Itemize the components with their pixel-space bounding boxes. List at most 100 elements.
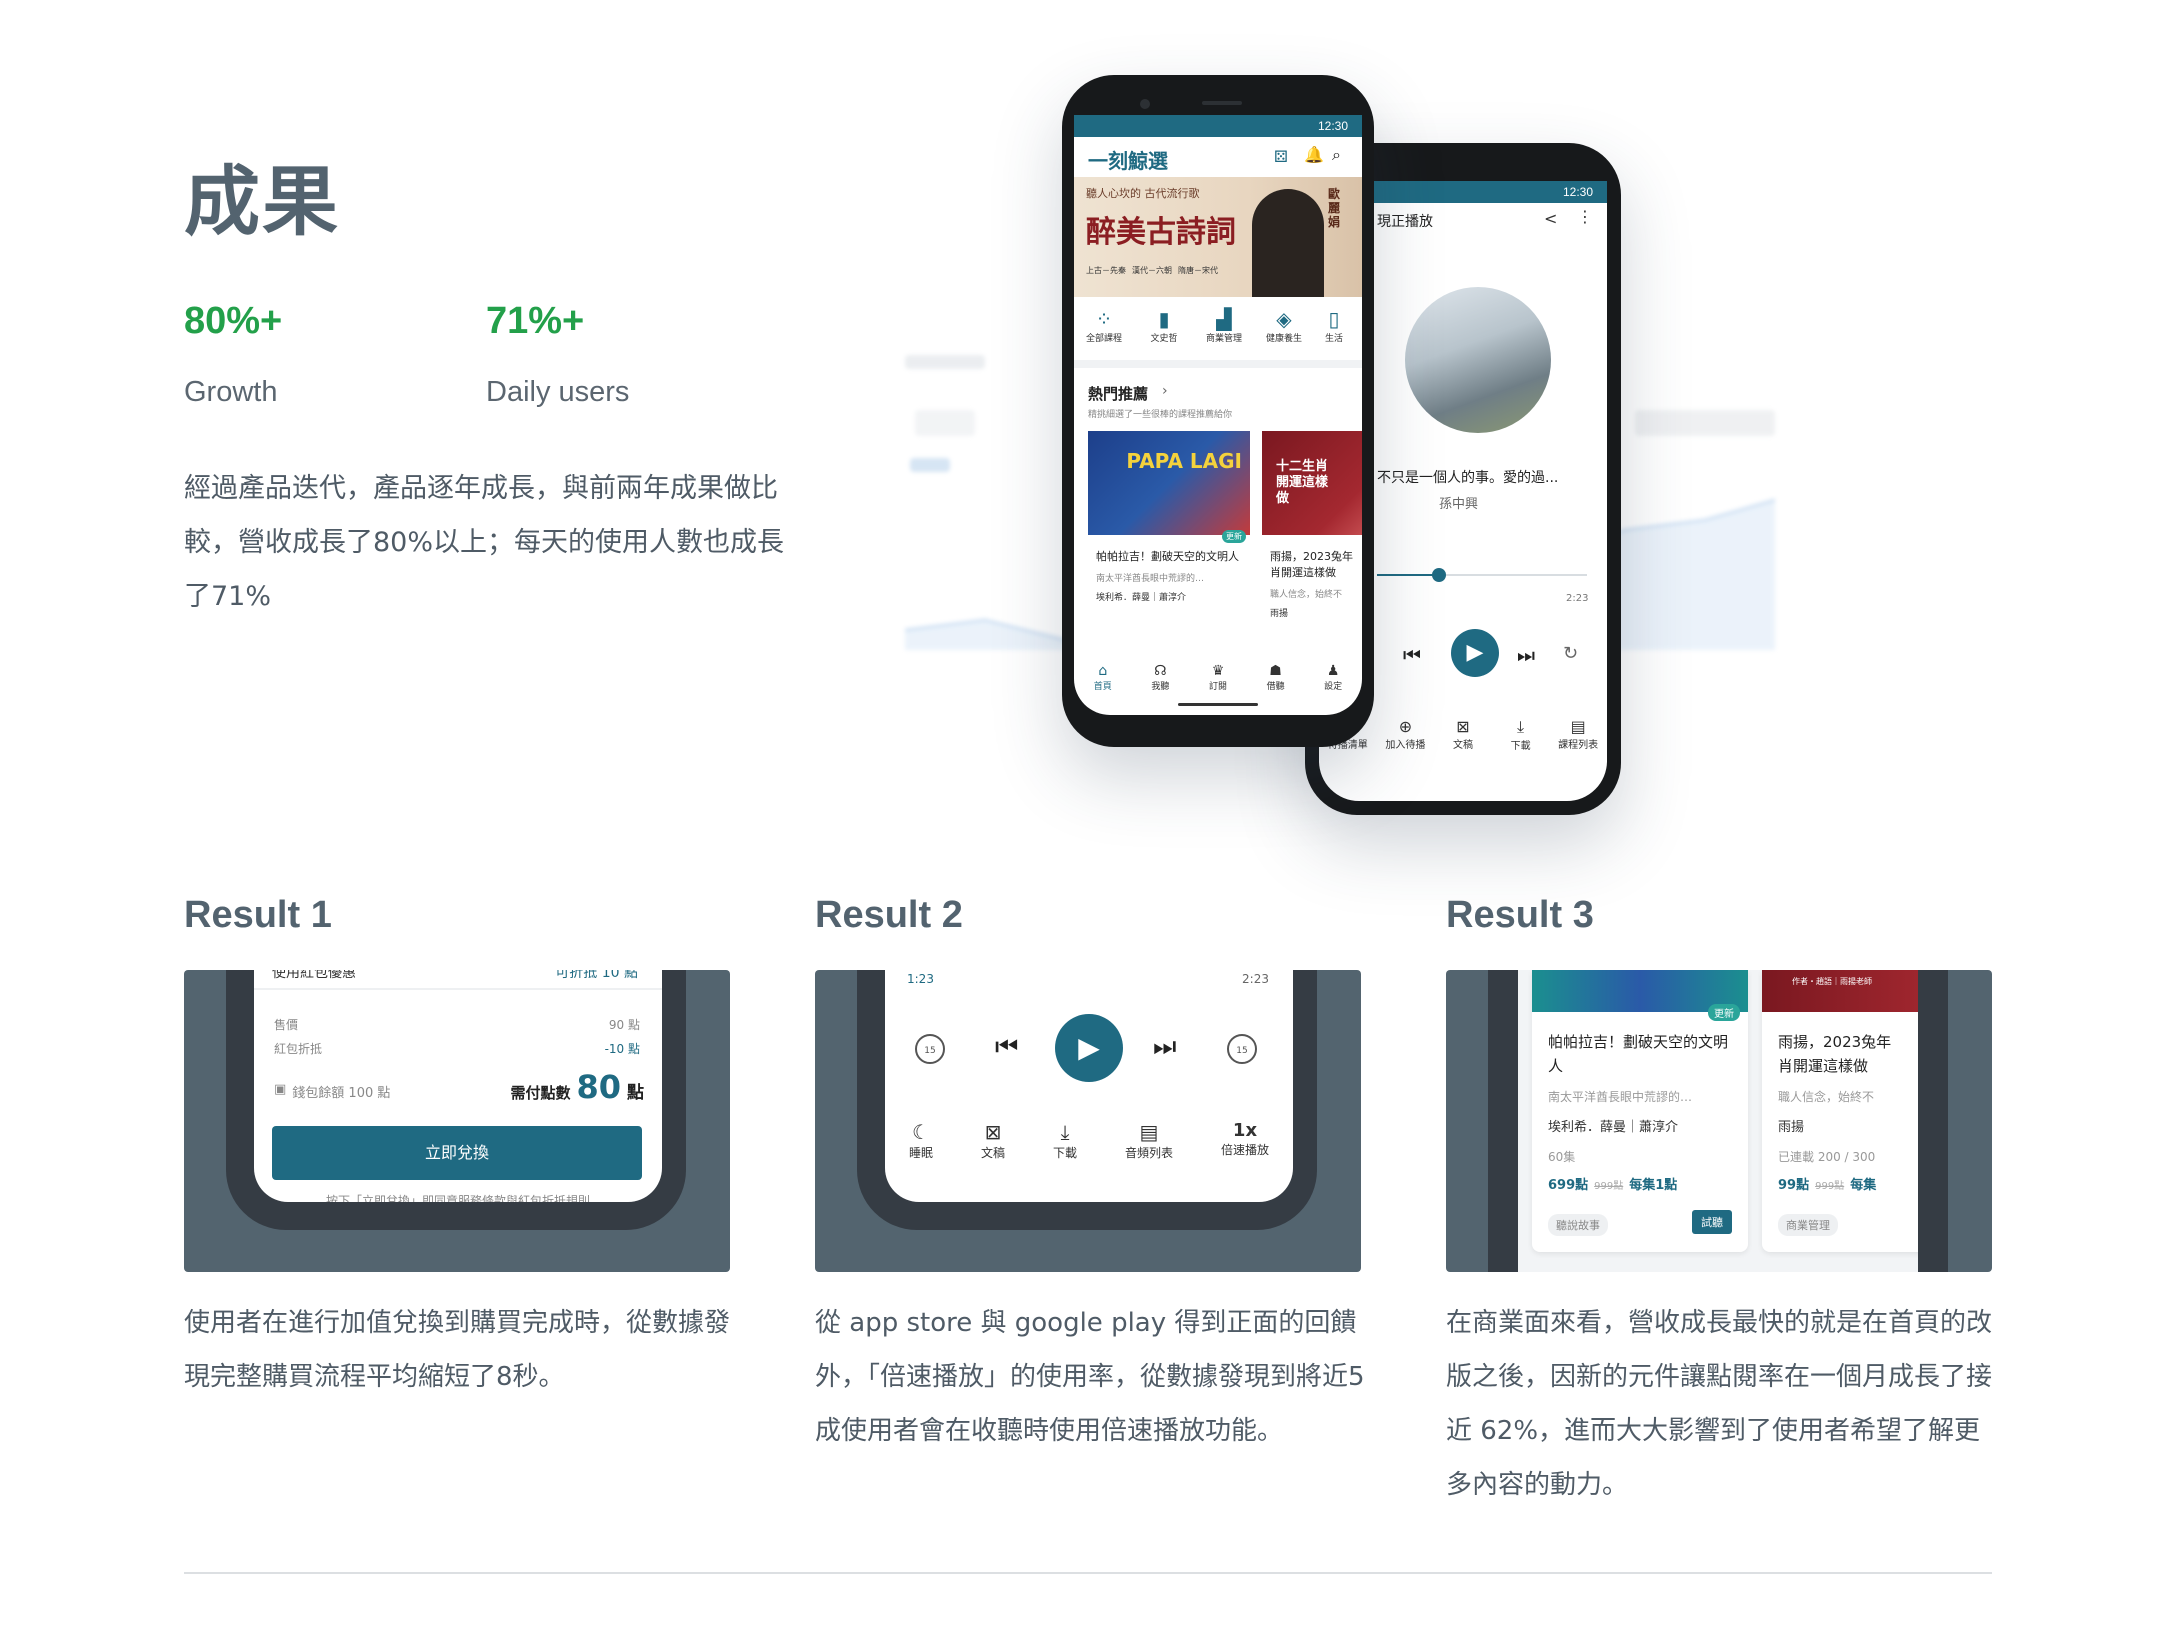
category-label: 全部課程 — [1085, 334, 1122, 344]
section-subtitle: 精挑細選了一些很棒的課程推薦給你 — [1088, 410, 1233, 420]
previous-icon[interactable]: ⏮ — [1403, 643, 1421, 667]
home-screen: 12:30 一刻鯨選 ⚄ 🔔 ⌕ 聽人心坎的 古代流行歌 醉美古詩詞 上古－先秦… — [1074, 115, 1362, 715]
forward-15-icon[interactable]: 15 — [1227, 1034, 1257, 1064]
course-cover: 十二生肖 開運這樣做 — [1262, 431, 1362, 535]
category-all-courses[interactable]: ⁘ 全部課程 — [1074, 307, 1134, 344]
nav-home[interactable]: ⌂ 首頁 — [1094, 663, 1112, 692]
skip-forward-icon[interactable]: ↻ — [1563, 643, 1578, 664]
phone-frame: 1:23 2:23 15 ⏮ ▶ ⏭ 15 ☾ 睡眠 ⊠ 文稿 ⤓ 下載 ▤ 音頻列表 … — [857, 970, 1317, 1230]
hero-banner[interactable]: 聽人心坎的 古代流行歌 醉美古詩詞 上古－先秦 漢代－六朝 隋唐－宋代 歐麗娟 — [1074, 177, 1362, 297]
previous-icon[interactable]: ⏮ — [995, 1032, 1018, 1063]
transcript-icon: ⊠ — [984, 1120, 1002, 1144]
play-button[interactable]: ▶ — [1451, 629, 1499, 677]
course-card[interactable]: 更新 帕帕拉吉！劃破天空的文明人 南太平洋酋長眼中荒謬的… 埃利希．薛曼｜蕭淳介… — [1532, 970, 1748, 1252]
old-price: 999點 — [1815, 1181, 1845, 1192]
episode-count: 60集 — [1548, 1150, 1576, 1164]
wallet-balance: 錢包餘額 100 點 — [292, 1086, 391, 1101]
category-tag[interactable]: 商業管理 — [1778, 1214, 1838, 1236]
pay-row: 需付點數 80 點 — [510, 1068, 644, 1106]
bell-icon[interactable]: 🔔 — [1304, 145, 1324, 164]
preview-button[interactable]: 試聽 — [1692, 1210, 1732, 1234]
next-icon[interactable]: ⏭ — [1153, 1032, 1176, 1063]
result-3-title: Result 3 — [1446, 894, 1594, 936]
growth-stat-label: Growth — [184, 376, 278, 408]
download-action[interactable]: ⤓ 下載 — [1493, 717, 1549, 752]
nav-subscription[interactable]: ♛ 訂閱 — [1209, 663, 1227, 692]
banner-tag: 漢代－六朝 — [1132, 266, 1172, 275]
transcript-label: 文稿 — [980, 1146, 1005, 1160]
course-card[interactable]: PAPA LAGI 更新 帕帕拉吉！劃破天空的文明人 南太平洋酋長眼中荒謬的… … — [1088, 431, 1250, 641]
section-divider — [1074, 360, 1362, 368]
download-action[interactable]: ⤓ 下載 — [1053, 1120, 1077, 1161]
category-health[interactable]: ◈ 健康養生 — [1254, 307, 1314, 344]
daily-users-stat-label: Daily users — [486, 376, 630, 408]
progress-handle[interactable] — [1432, 568, 1446, 582]
course-list-action[interactable]: ▤ 課程列表 — [1550, 717, 1606, 752]
category-label: 健康養生 — [1265, 334, 1302, 344]
elapsed-time: 1:23 — [907, 972, 934, 986]
search-icon[interactable]: ⌕ — [1332, 145, 1341, 165]
track-cover-image — [1405, 287, 1551, 433]
audio-list-label: 音頻列表 — [1124, 1146, 1173, 1160]
course-author: 埃利希．薛曼｜蕭淳介 — [1096, 593, 1187, 603]
transcript-action[interactable]: ⊠ 文稿 — [981, 1120, 1005, 1161]
course-author: 雨揚 — [1270, 609, 1289, 619]
category-life[interactable]: ▯ 生活 — [1314, 307, 1354, 344]
progress-fill — [1377, 574, 1439, 576]
status-bar: 12:30 — [1074, 115, 1362, 137]
episode-count: 已連載 200 / 300 — [1778, 1150, 1876, 1164]
rewind-15-icon[interactable]: 15 — [915, 1034, 945, 1064]
play-button[interactable]: ▶ — [1055, 1014, 1123, 1082]
price: 99點 — [1778, 1178, 1810, 1193]
nav-label: 訂閱 — [1208, 682, 1227, 692]
category-label: 商業管理 — [1205, 334, 1242, 344]
track-title: 不只是一個人的事。愛的過... — [1377, 470, 1559, 486]
result-1-description: 使用者在進行加值兌換到購買完成時，從數據發現完整購買流程平均縮短了8秒。 — [184, 1308, 731, 1392]
nav-settings[interactable]: ♟ 設定 — [1324, 663, 1342, 692]
redeem-button[interactable]: 立即兌換 — [272, 1126, 642, 1180]
bottom-nav: ⌂ 首頁 ☊ 我聽 ♛ 訂閱 ☗ 借聽 ♟ 設定 — [1074, 663, 1362, 692]
layers-icon: ◈ — [1276, 307, 1292, 331]
nav-listening[interactable]: ☊ 我聽 — [1151, 663, 1169, 692]
category-tag[interactable]: 聽說故事 — [1548, 1214, 1608, 1236]
more-icon[interactable]: ⋮ — [1577, 207, 1593, 226]
price-value: 90 點 — [608, 1018, 640, 1032]
per-episode: 每集1點 — [1629, 1178, 1678, 1193]
chevron-right-icon[interactable]: › — [1162, 383, 1168, 399]
banner-small-text: 聽人心坎的 古代流行歌 — [1086, 187, 1200, 200]
category-literature[interactable]: ▮ 文史哲 — [1134, 307, 1194, 344]
course-title: 雨揚，2023兔年肖開運這樣做 — [1778, 1033, 1892, 1075]
result-1-screenshot: 使用紅包優惠 可折抵 10 點 售價 90 點 紅包折抵 -10 點 ▣ 錢包餘額… — [184, 970, 730, 1272]
pay-label: 需付點數 — [510, 1084, 571, 1102]
audio-list-action[interactable]: ▤ 音頻列表 — [1125, 1120, 1173, 1161]
terms-note: 按下「立即兌換」即同意服務條款與紅包折抵規則 — [325, 1194, 590, 1202]
wallet-icon: ▣ — [274, 1082, 287, 1097]
home-indicator — [1178, 703, 1258, 706]
result-2-description: 從 app store 與 google play 得到正面的回饋外，「倍速播放… — [815, 1308, 1365, 1446]
app-title: 一刻鯨選 — [1088, 149, 1168, 173]
category-business[interactable]: ▟ 商業管理 — [1194, 307, 1254, 344]
speed-action[interactable]: 1x 倍速播放 — [1221, 1120, 1269, 1161]
download-label: 下載 — [1052, 1146, 1077, 1160]
download-label: 下載 — [1510, 741, 1531, 752]
coupon-row-label: 使用紅包優惠 — [272, 970, 356, 981]
cover-caption: 作者・趙語｜雨揚老師 — [1792, 977, 1872, 986]
gift-icon[interactable]: ⚄ — [1274, 147, 1288, 166]
crown-icon: ♛ — [1211, 663, 1225, 679]
category-row: ⁘ 全部課程 ▮ 文史哲 ▟ 商業管理 ◈ 健康養生 ▯ 生活 — [1074, 307, 1362, 344]
discount-label: 紅包折抵 — [274, 1042, 323, 1056]
sleep-action[interactable]: ☾ 睡眠 — [909, 1120, 933, 1161]
course-title: 帕帕拉吉！劃破天空的文明人 — [1548, 1033, 1729, 1075]
phone-frame: 使用紅包優惠 可折抵 10 點 售價 90 點 紅包折抵 -10 點 ▣ 錢包餘額… — [226, 970, 686, 1230]
next-icon[interactable]: ⏭ — [1517, 643, 1535, 667]
nav-borrow[interactable]: ☗ 借聽 — [1267, 663, 1285, 692]
course-card[interactable]: 作者・趙語｜雨揚老師 雨揚，2023兔年肖開運這樣做 職人信念，始終不 雨揚 已… — [1762, 970, 1918, 1252]
rewind-seconds: 15 — [924, 1046, 936, 1056]
add-queue-action[interactable]: ⊕ 加入待播 — [1377, 717, 1433, 752]
now-playing-header: 現正播放 — [1377, 214, 1433, 230]
coupon-row-value[interactable]: 可折抵 10 點 — [555, 970, 638, 982]
share-icon[interactable]: < — [1544, 209, 1557, 228]
nav-label: 我聽 — [1151, 682, 1170, 692]
transcript-action[interactable]: ⊠ 文稿 — [1435, 717, 1491, 752]
course-card[interactable]: 十二生肖 開運這樣做 雨揚，2023兔年肖開運這樣做 職人信念，始終不 雨揚 — [1262, 431, 1362, 641]
